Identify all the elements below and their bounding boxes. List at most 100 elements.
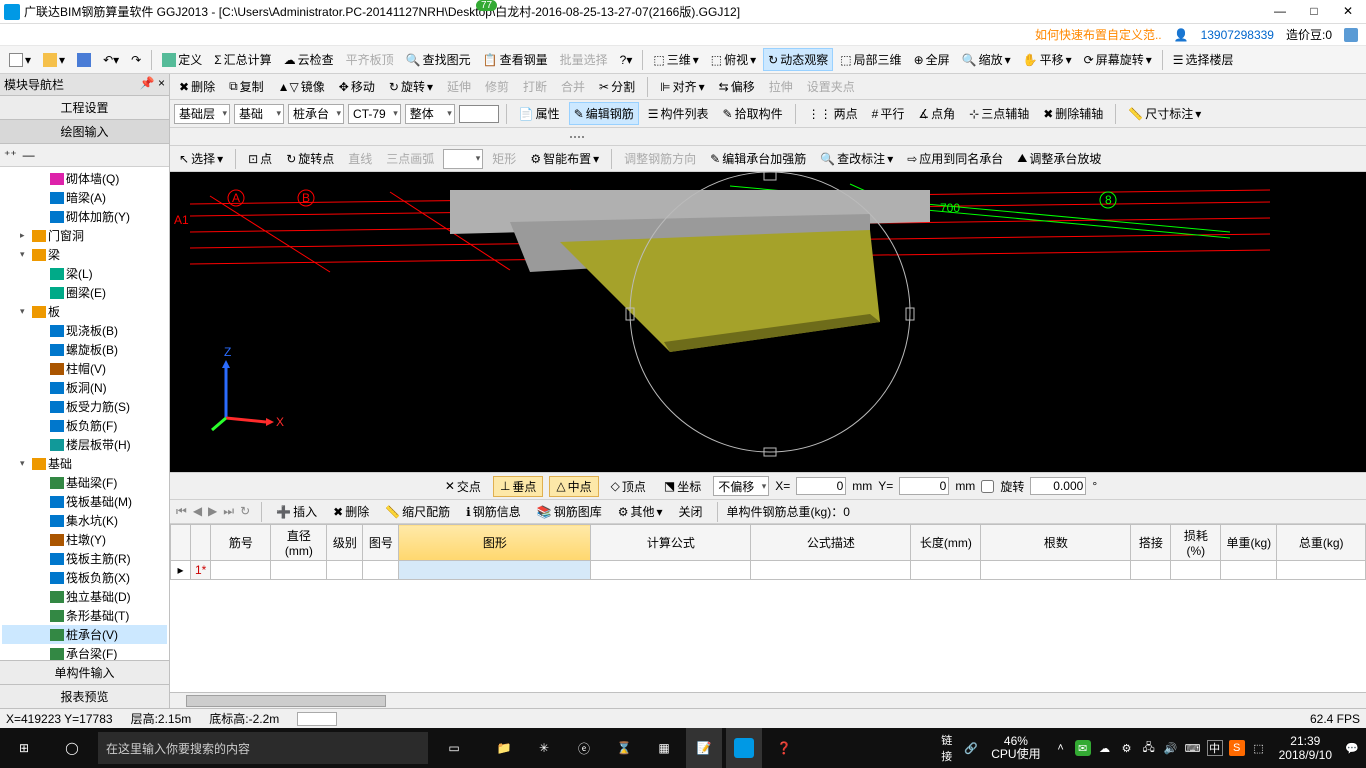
help-button[interactable]: ?▾: [615, 50, 638, 70]
tree-item[interactable]: ▾板: [2, 302, 167, 321]
sidebar-close-icon[interactable]: ×: [158, 76, 165, 90]
stretch-button[interactable]: 拉伸: [764, 75, 798, 98]
tb-app-1[interactable]: 📁: [486, 728, 522, 768]
tree-item[interactable]: 板洞(N): [2, 378, 167, 397]
cpu-meter[interactable]: 46%CPU使用: [985, 735, 1046, 761]
screen-rotate-button[interactable]: ⟳ 屏幕旋转▾: [1079, 48, 1157, 71]
three-aux-button[interactable]: ⊹ 三点辅轴: [964, 102, 1034, 125]
tree-item[interactable]: 暗梁(A): [2, 188, 167, 207]
report-preview-button[interactable]: 报表预览: [0, 684, 169, 708]
tree-item[interactable]: ▾梁: [2, 245, 167, 264]
snap-mid-button[interactable]: △ 中点: [549, 476, 598, 497]
draw-mode-combo[interactable]: [443, 149, 483, 169]
split-button[interactable]: ✂ 分割: [594, 75, 640, 98]
close-button[interactable]: ✕: [1340, 4, 1356, 20]
tree-item[interactable]: 承台梁(F): [2, 644, 167, 660]
grid-next-icon[interactable]: ▶: [206, 504, 219, 519]
grid-insert-button[interactable]: ➕ 插入: [271, 500, 322, 523]
smart-place-button[interactable]: ⚙ 智能布置▾: [525, 147, 604, 170]
tree-item[interactable]: ▸门窗洞: [2, 226, 167, 245]
grid-prev-icon[interactable]: ◀: [191, 504, 204, 519]
tb-app-4[interactable]: ▦: [646, 728, 682, 768]
grid-last-icon[interactable]: ⏭: [221, 504, 236, 519]
mirror-button[interactable]: ▲▽ 镜像: [273, 75, 330, 98]
cortana-icon[interactable]: ◯: [48, 728, 96, 768]
line-button[interactable]: 直线: [343, 147, 377, 170]
3d-button[interactable]: ⬚ 三维▾: [648, 48, 703, 71]
single-component-input-button[interactable]: 单构件输入: [0, 660, 169, 684]
adjust-slope-button[interactable]: ⛰ 调整承台放坡: [1012, 147, 1106, 170]
tray-icon-4[interactable]: ⬚: [1251, 740, 1267, 756]
tb-app-2[interactable]: ✳: [526, 728, 562, 768]
tree-item[interactable]: 独立基础(D): [2, 587, 167, 606]
copy-button[interactable]: ⧉ 复制: [224, 75, 269, 98]
tree-item[interactable]: 集水坑(K): [2, 511, 167, 530]
snap-end-button[interactable]: ◇ 顶点: [605, 477, 652, 496]
tree-item[interactable]: 筏板基础(M): [2, 492, 167, 511]
expand-all-icon[interactable]: ⁺⁺: [4, 148, 17, 162]
snap-inter-button[interactable]: ✕ 交点: [439, 477, 487, 496]
top-view-button[interactable]: ⬚ 俯视▾: [706, 48, 761, 71]
tree-item[interactable]: 基础梁(F): [2, 473, 167, 492]
tb-app-6[interactable]: ❓: [766, 728, 802, 768]
tree-item[interactable]: 板受力筋(S): [2, 397, 167, 416]
component-tree[interactable]: 砌体墙(Q)暗梁(A)砌体加筋(Y)▸门窗洞▾梁梁(L)圈梁(E)▾板现浇板(B…: [0, 167, 169, 660]
component-combo[interactable]: 基础: [234, 104, 284, 124]
notifications-icon[interactable]: 💬: [1344, 740, 1360, 756]
snap-perp-button[interactable]: ⊥ 垂点: [493, 476, 543, 497]
new-button[interactable]: ▾: [4, 50, 36, 70]
grid-h-scrollbar[interactable]: [170, 692, 1366, 708]
set-grip-button[interactable]: 设置夹点: [802, 75, 860, 98]
edit-cap-rebar-button[interactable]: ✎ 编辑承台加强筋: [705, 147, 811, 170]
promo-link[interactable]: 如何快速布置自定义范..: [1035, 26, 1162, 43]
adjust-dir-button[interactable]: 调整钢筋方向: [619, 147, 701, 170]
del-aux-button[interactable]: ✖ 删除辅轴: [1038, 102, 1108, 125]
dim-label-button[interactable]: 📏 尺寸标注▾: [1123, 102, 1206, 125]
tree-item[interactable]: 桩承台(V): [2, 625, 167, 644]
view-rebar-button[interactable]: 📋 查看钢量: [478, 48, 553, 71]
color-swatch[interactable]: [459, 105, 499, 123]
tray-sogou-icon[interactable]: S: [1229, 740, 1245, 756]
attr-button[interactable]: 📄 属性: [514, 102, 565, 125]
tree-item[interactable]: 圈梁(E): [2, 283, 167, 302]
rebar-grid[interactable]: 筋号 直径(mm) 级别 图号 图形 计算公式 公式描述 长度(mm) 根数 搭…: [170, 524, 1366, 708]
grid-other-button[interactable]: ⚙ 其他▾: [613, 500, 668, 523]
tree-item[interactable]: 楼层板带(H): [2, 435, 167, 454]
maximize-button[interactable]: □: [1306, 4, 1322, 20]
parallel-button[interactable]: # 平行: [867, 102, 910, 125]
ime-indicator[interactable]: 中: [1207, 740, 1223, 756]
tab-draw-input[interactable]: 绘图输入: [0, 120, 169, 144]
grid-first-icon[interactable]: ⏮: [174, 504, 189, 519]
grid-refresh-icon[interactable]: ↻: [238, 504, 252, 519]
dynamic-view-button[interactable]: ↻ 动态观察: [763, 48, 833, 71]
snap-coord-button[interactable]: ⬔ 坐标: [658, 477, 707, 496]
rotate-input[interactable]: [1030, 477, 1086, 495]
break-button[interactable]: 打断: [518, 75, 552, 98]
local-3d-button[interactable]: ⬚ 局部三维: [835, 48, 906, 71]
delete-button[interactable]: ✖ 删除: [174, 75, 220, 98]
tree-item[interactable]: 柱墩(Y): [2, 530, 167, 549]
pin-icon[interactable]: 📌: [140, 76, 155, 90]
tree-item[interactable]: 条形基础(T): [2, 606, 167, 625]
flat-roof-button[interactable]: 平齐板顶: [341, 48, 399, 71]
move-button[interactable]: ✥ 移动: [334, 75, 380, 98]
tb-app-5[interactable]: 📝: [686, 728, 722, 768]
tb-ggj-icon[interactable]: [726, 728, 762, 768]
point-angle-button[interactable]: ∡ 点角: [913, 102, 960, 125]
floor-combo[interactable]: 基础层: [174, 104, 230, 124]
task-view-icon[interactable]: ▭: [430, 728, 478, 768]
point-button[interactable]: ⊡ 点: [243, 147, 277, 170]
grid-delete-button[interactable]: ✖ 删除: [328, 500, 374, 523]
rebar-info-button[interactable]: ℹ 钢筋信息: [461, 500, 526, 523]
minimize-button[interactable]: —: [1272, 4, 1288, 20]
trim-button[interactable]: 修剪: [480, 75, 514, 98]
change-label-button[interactable]: 🔍 查改标注▾: [815, 147, 898, 170]
scale-rebar-button[interactable]: 📏 缩尺配筋: [380, 500, 455, 523]
status-input[interactable]: [297, 712, 337, 726]
style-combo[interactable]: 整体: [405, 104, 455, 124]
tree-item[interactable]: 螺旋板(B): [2, 340, 167, 359]
offset-button[interactable]: ⇆ 偏移: [714, 75, 760, 98]
rotate-point-button[interactable]: ↻ 旋转点: [281, 147, 339, 170]
pan-button[interactable]: ✋ 平移▾: [1018, 48, 1077, 71]
taskbar-search[interactable]: 在这里输入你要搜索的内容: [98, 732, 428, 764]
